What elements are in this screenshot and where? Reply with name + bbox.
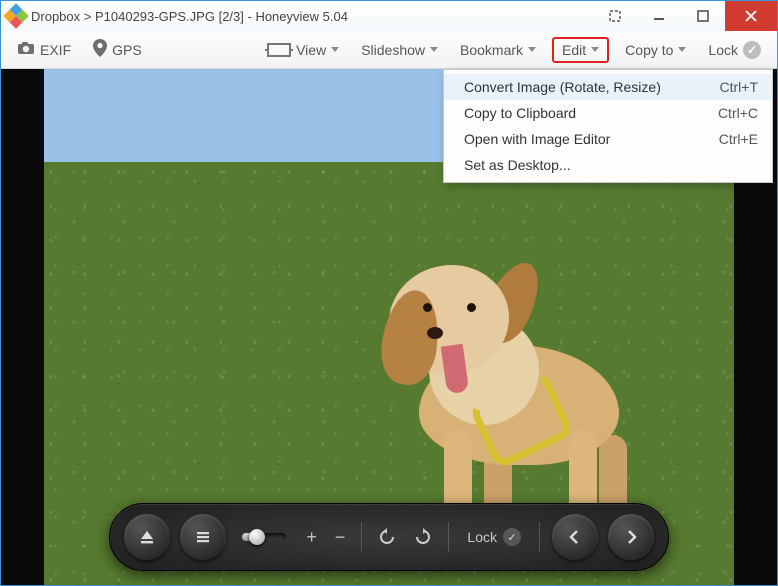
view-label: View [296, 42, 326, 58]
chevron-down-icon [528, 47, 536, 52]
lock-zoom-toggle[interactable]: Lock ✓ [461, 528, 527, 546]
chevron-down-icon [430, 47, 438, 52]
window-controls [593, 1, 777, 31]
chevron-down-icon [331, 47, 339, 52]
edit-menu-item[interactable]: Copy to ClipboardCtrl+C [444, 100, 772, 126]
maximize-button[interactable] [681, 1, 725, 31]
window-title: Dropbox > P1040293-GPS.JPG [2/3] - Honey… [31, 9, 593, 24]
menu-item-label: Open with Image Editor [464, 131, 719, 147]
menu-item-shortcut: Ctrl+E [719, 131, 758, 147]
menu-item-shortcut: Ctrl+C [718, 105, 758, 121]
gps-label: GPS [112, 42, 142, 58]
bookmark-label: Bookmark [460, 42, 523, 58]
divider [448, 522, 449, 552]
eject-button[interactable] [124, 514, 170, 560]
edit-menu-item[interactable]: Convert Image (Rotate, Resize)Ctrl+T [444, 74, 772, 100]
bookmark-menu-button[interactable]: Bookmark [454, 38, 542, 62]
rotate-ccw-button[interactable] [374, 528, 400, 546]
check-circle-icon: ✓ [743, 41, 761, 59]
rotate-cw-button[interactable] [410, 528, 436, 546]
menu-button[interactable] [180, 514, 226, 560]
zoom-out-button[interactable]: − [331, 527, 350, 548]
prev-image-button[interactable] [552, 514, 598, 560]
lock-label: Lock [708, 42, 738, 58]
dog-in-photo [389, 235, 659, 515]
edit-menu-button[interactable]: Edit [552, 37, 609, 63]
check-circle-icon: ✓ [503, 528, 521, 546]
menu-item-shortcut: Ctrl+T [720, 79, 759, 95]
app-logo-icon [3, 3, 28, 28]
slideshow-menu-button[interactable]: Slideshow [355, 38, 444, 62]
exif-button[interactable]: EXIF [11, 37, 77, 62]
player-controlbar: + − Lock ✓ [109, 503, 669, 571]
close-button[interactable] [725, 1, 777, 31]
view-icon [267, 43, 291, 57]
fullscreen-button[interactable] [593, 1, 637, 31]
zoom-in-button[interactable]: + [302, 527, 321, 548]
edit-label: Edit [562, 42, 586, 58]
gps-button[interactable]: GPS [87, 35, 148, 64]
edit-menu-item[interactable]: Open with Image EditorCtrl+E [444, 126, 772, 152]
chevron-down-icon [591, 47, 599, 52]
menu-item-label: Set as Desktop... [464, 157, 758, 173]
next-image-button[interactable] [608, 514, 654, 560]
main-toolbar: EXIF GPS View Slideshow Bookmark Edit Co… [1, 31, 777, 69]
edit-dropdown: Convert Image (Rotate, Resize)Ctrl+TCopy… [443, 69, 773, 183]
divider [361, 522, 362, 552]
app-window: Dropbox > P1040293-GPS.JPG [2/3] - Honey… [0, 0, 778, 586]
title-bar: Dropbox > P1040293-GPS.JPG [2/3] - Honey… [1, 1, 777, 31]
view-menu-button[interactable]: View [261, 38, 345, 62]
lock-toggle[interactable]: Lock ✓ [702, 37, 767, 63]
slider-knob[interactable] [249, 529, 265, 545]
camera-icon [17, 41, 35, 58]
menu-item-label: Copy to Clipboard [464, 105, 718, 121]
menu-item-label: Convert Image (Rotate, Resize) [464, 79, 720, 95]
pin-icon [93, 39, 107, 60]
chevron-down-icon [678, 47, 686, 52]
zoom-slider[interactable] [242, 533, 286, 541]
copyto-menu-button[interactable]: Copy to [619, 38, 692, 62]
edit-menu-item[interactable]: Set as Desktop... [444, 152, 772, 178]
exif-label: EXIF [40, 42, 71, 58]
slideshow-label: Slideshow [361, 42, 425, 58]
divider [539, 522, 540, 552]
minimize-button[interactable] [637, 1, 681, 31]
copyto-label: Copy to [625, 42, 673, 58]
